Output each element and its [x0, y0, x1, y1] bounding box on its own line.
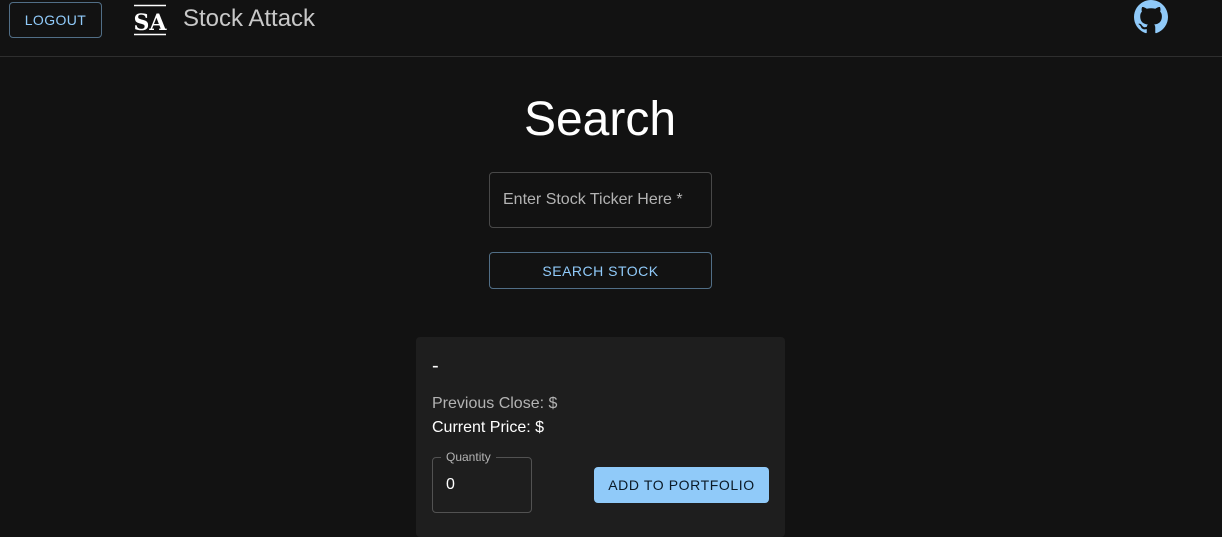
github-link[interactable]	[1134, 0, 1168, 34]
current-price: Current Price: $	[432, 419, 545, 436]
logout-button[interactable]: LOGOUT	[9, 2, 102, 38]
quantity-input[interactable]	[433, 458, 531, 512]
page-title: Search	[523, 93, 677, 146]
ticker-search-field[interactable]	[489, 172, 712, 228]
app-header: LOGOUT SA Stock Attack	[0, 0, 1222, 57]
stock-card: - Previous Close: $ Current Price: $ Qua…	[416, 337, 785, 537]
brand-logo-text: SA	[134, 10, 167, 36]
github-icon	[1134, 0, 1168, 34]
add-to-portfolio-button[interactable]: ADD TO PORTFOLIO	[594, 467, 769, 503]
search-stock-button[interactable]: SEARCH STOCK	[489, 252, 712, 289]
ticker-input[interactable]	[490, 173, 711, 227]
previous-close: Previous Close: $	[432, 395, 558, 412]
quantity-field[interactable]: Quantity	[432, 450, 532, 513]
brand-name: Stock Attack	[183, 5, 316, 32]
stock-name: -	[432, 355, 439, 377]
brand-logo: SA	[134, 4, 167, 36]
